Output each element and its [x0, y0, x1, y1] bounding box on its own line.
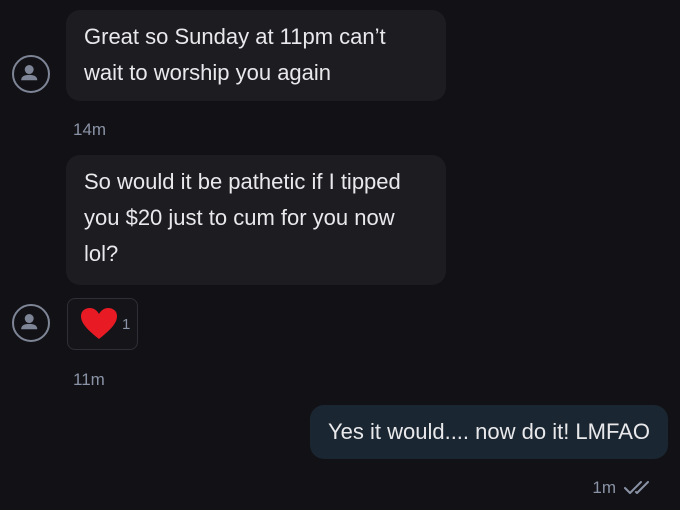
message-bubble-incoming[interactable]: Great so Sunday at 11pm can’t wait to wo…: [66, 10, 446, 101]
double-check-icon: [624, 481, 649, 494]
message-bubble-incoming[interactable]: So would it be pathetic if I tipped you …: [66, 155, 446, 285]
message-timestamp: 11m: [73, 370, 105, 389]
sender-avatar[interactable]: [12, 55, 50, 93]
message-timestamp: 14m: [73, 120, 107, 139]
message-text: Great so Sunday at 11pm can’t wait to wo…: [84, 24, 386, 85]
message-bubble-outgoing[interactable]: Yes it would.... now do it! LMFAO: [309, 405, 668, 459]
heart-icon: [81, 308, 117, 339]
reaction-count: 1: [122, 316, 131, 333]
user-avatar-icon: [21, 65, 38, 81]
message-status: 1m: [592, 478, 660, 498]
message-timestamp: 1m: [592, 478, 616, 497]
heart-reaction[interactable]: 1: [67, 298, 138, 350]
user-avatar-icon: [21, 314, 38, 330]
message-text: Yes it would.... now do it! LMFAO: [327, 419, 650, 444]
message-text: So would it be pathetic if I tipped you …: [84, 169, 401, 266]
sender-avatar[interactable]: [12, 304, 50, 342]
